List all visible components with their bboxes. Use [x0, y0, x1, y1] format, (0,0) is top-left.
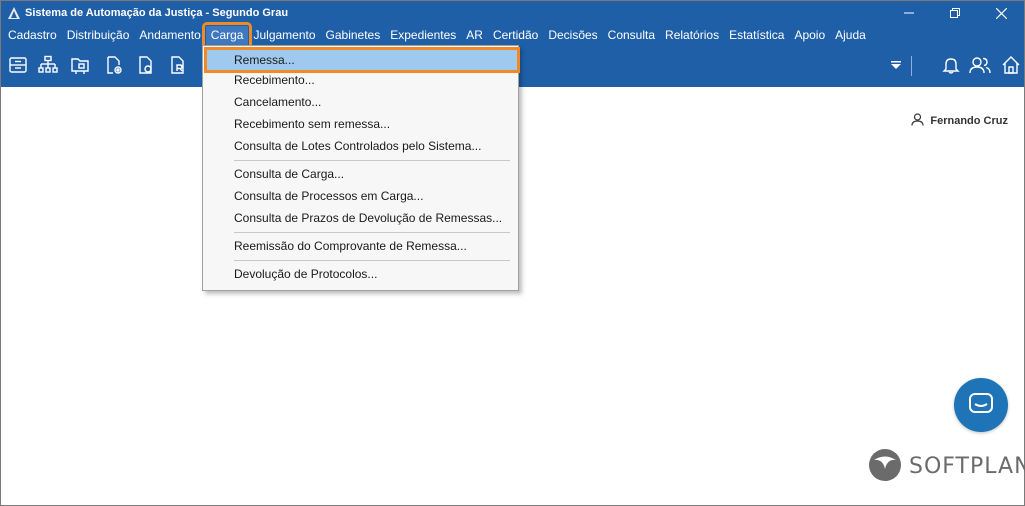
menu-item-reemissao[interactable]: Reemissão do Comprovante de Remessa... — [203, 235, 518, 257]
menu-item-consulta-lotes[interactable]: Consulta de Lotes Controlados pelo Siste… — [203, 135, 518, 157]
folder-icon[interactable] — [69, 54, 91, 76]
chat-launcher-button[interactable] — [954, 378, 1008, 432]
menu-expedientes[interactable]: Expedientes — [385, 26, 461, 45]
archive-icon[interactable] — [7, 54, 29, 76]
app-window: Sistema de Automação da Justiça - Segund… — [0, 0, 1025, 506]
softplan-logo: SOFTPLAN — [867, 447, 1025, 486]
menu-relatorios[interactable]: Relatórios — [660, 26, 724, 45]
menu-item-recebimento[interactable]: Recebimento... — [203, 69, 518, 91]
softplan-logo-icon — [867, 447, 903, 486]
menu-item-cancelamento[interactable]: Cancelamento... — [203, 91, 518, 113]
menu-bar: Cadastro Distribuição Andamento Carga Ju… — [1, 22, 1024, 49]
menu-cadastro[interactable]: Cadastro — [3, 26, 62, 45]
user-icon — [911, 113, 924, 129]
carga-dropdown-menu: Remessa... Recebimento... Cancelamento..… — [202, 45, 520, 291]
app-logo-icon — [7, 6, 21, 20]
menu-item-devolucao-protocolos[interactable]: Devolução de Protocolos... — [203, 263, 518, 285]
menu-ajuda[interactable]: Ajuda — [830, 26, 871, 45]
close-button[interactable] — [978, 1, 1024, 25]
menu-separator — [234, 260, 510, 261]
menu-distribuicao[interactable]: Distribuição — [62, 26, 135, 45]
dropdown-arrow-icon[interactable] — [885, 54, 907, 76]
menu-julgamento[interactable]: Julgamento — [248, 26, 320, 45]
menu-item-consulta-prazos[interactable]: Consulta de Prazos de Devolução de Remes… — [203, 207, 518, 229]
title-bar: Sistema de Automação da Justiça - Segund… — [1, 1, 1024, 25]
maximize-button[interactable] — [932, 1, 978, 25]
menu-consulta[interactable]: Consulta — [603, 26, 660, 45]
home-icon[interactable] — [1000, 54, 1022, 76]
user-name: Fernando Cruz — [930, 115, 1008, 127]
window-controls — [886, 1, 1024, 25]
window-title: Sistema de Automação da Justiça - Segund… — [25, 7, 289, 19]
menu-andamento[interactable]: Andamento — [134, 26, 205, 45]
menu-gabinetes[interactable]: Gabinetes — [321, 26, 386, 45]
document-r-icon[interactable] — [167, 54, 189, 76]
softplan-logo-text: SOFTPLAN — [909, 454, 1025, 479]
menu-carga[interactable]: Carga — [201, 22, 253, 49]
menu-separator — [234, 232, 510, 233]
users-icon[interactable] — [969, 54, 991, 76]
bell-icon[interactable] — [940, 54, 962, 76]
menu-apoio[interactable]: Apoio — [789, 26, 830, 45]
menu-certidao[interactable]: Certidão — [488, 26, 543, 45]
user-info: Fernando Cruz — [911, 113, 1008, 129]
menu-item-recebimento-sem-remessa[interactable]: Recebimento sem remessa... — [203, 113, 518, 135]
menu-item-remessa[interactable]: Remessa... — [204, 47, 520, 73]
minimize-button[interactable] — [886, 1, 932, 25]
menu-item-consulta-processos[interactable]: Consulta de Processos em Carga... — [203, 185, 518, 207]
menu-separator — [234, 160, 510, 161]
document-clock-icon[interactable] — [135, 54, 157, 76]
org-chart-icon[interactable] — [37, 54, 59, 76]
menu-ar[interactable]: AR — [461, 26, 488, 45]
toolbar-separator — [911, 56, 912, 76]
chat-icon — [968, 392, 994, 419]
menu-item-consulta-carga[interactable]: Consulta de Carga... — [203, 163, 518, 185]
settings-doc-icon[interactable] — [103, 54, 125, 76]
menu-decisoes[interactable]: Decisões — [543, 26, 602, 45]
menu-estatistica[interactable]: Estatística — [724, 26, 789, 45]
